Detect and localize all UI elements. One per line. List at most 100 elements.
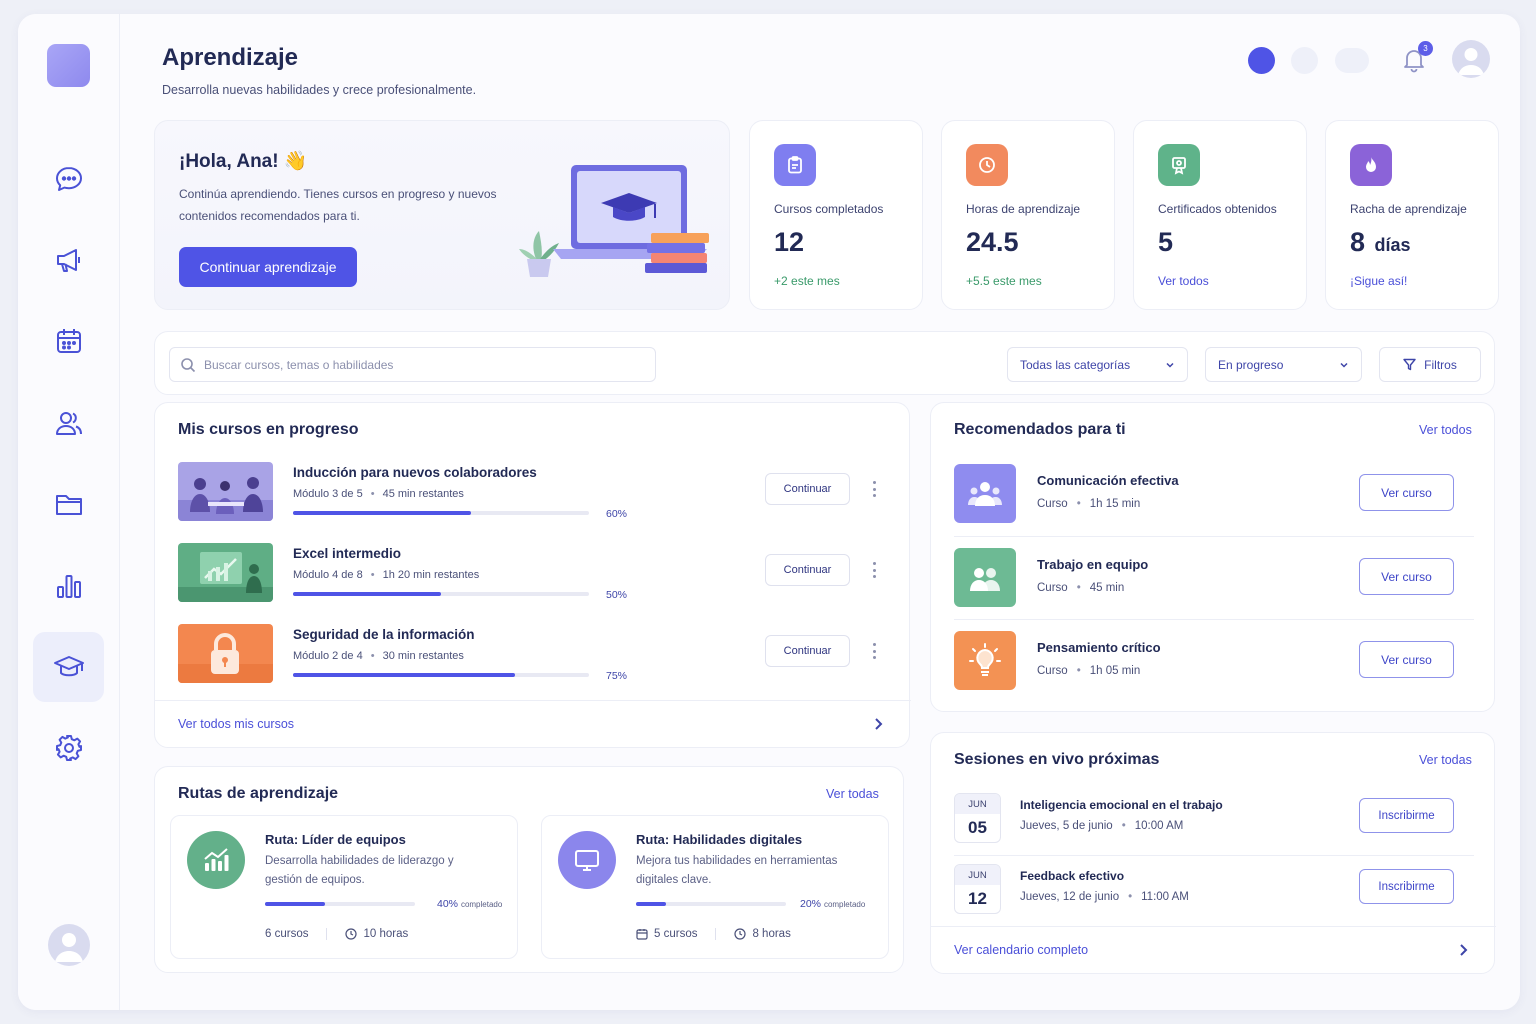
category-select[interactable]: Todas las categorías	[1007, 347, 1188, 382]
more-options-icon[interactable]	[868, 478, 880, 500]
course-title[interactable]: Seguridad de la información	[293, 627, 475, 642]
view-all-recommended-link[interactable]: Ver todos	[1419, 423, 1472, 437]
learning-path-card[interactable]: Ruta: Habilidades digitales Mejora tus h…	[541, 815, 889, 959]
section-title: Mis cursos en progreso	[178, 421, 359, 438]
nav-people[interactable]	[33, 388, 104, 458]
chevron-down-icon	[1340, 362, 1348, 368]
nav-calendar[interactable]	[33, 306, 104, 376]
search-input[interactable]	[204, 357, 634, 372]
user-avatar[interactable]	[48, 924, 90, 966]
page-subtitle: Desarrolla nuevas habilidades y crece pr…	[162, 83, 477, 97]
welcome-card: ¡Hola, Ana! 👋 Continúa aprendiendo. Tien…	[154, 120, 730, 310]
continue-course-button[interactable]: Continuar	[765, 473, 850, 505]
nav-files[interactable]	[33, 469, 104, 539]
chevron-right-icon[interactable]	[1456, 943, 1470, 957]
theme-toggle-option[interactable]	[1291, 47, 1318, 74]
continue-course-button[interactable]: Continuar	[765, 635, 850, 667]
session-meta: Jueves, 5 de junio • 10:00 AM	[1020, 820, 1184, 832]
learning-path-card[interactable]: Ruta: Líder de equipos Desarrolla habili…	[170, 815, 518, 959]
filters-button-label: Filtros	[1424, 357, 1457, 372]
category-select-value: Todas las categorías	[1020, 357, 1131, 372]
course-row: Inducción para nuevos colaboradores Módu…	[178, 462, 888, 522]
course-thumbnail	[954, 631, 1016, 690]
course-progress-bar	[293, 673, 589, 677]
calendar-icon	[56, 329, 81, 353]
stat-value: 12	[774, 227, 805, 257]
chevron-right-icon[interactable]	[871, 717, 885, 731]
path-description: Mejora tus habilidades en herramientas d…	[636, 855, 838, 886]
path-courses-count: 6 cursos	[265, 928, 309, 940]
course-title[interactable]: Trabajo en equipo	[1037, 557, 1148, 572]
view-all-paths-link[interactable]: Ver todas	[826, 787, 879, 801]
course-title[interactable]: Pensamiento crítico	[1037, 640, 1161, 655]
divider	[931, 926, 1496, 927]
course-thumbnail	[178, 624, 273, 683]
app-logo[interactable]	[47, 44, 90, 87]
stat-value: 24.5	[966, 227, 1019, 257]
full-calendar-link[interactable]: Ver calendario completo	[954, 943, 1088, 957]
course-progress-bar	[293, 511, 589, 515]
stat-value: 5	[1158, 227, 1174, 257]
app-window: Aprendizaje Desarrolla nuevas habilidade…	[18, 14, 1520, 1010]
filters-button[interactable]: Filtros	[1379, 347, 1481, 382]
section-title: Sesiones en vivo próximas	[954, 751, 1160, 768]
view-all-sessions-link[interactable]: Ver todas	[1419, 753, 1472, 767]
certificate-icon	[1172, 157, 1186, 175]
course-row: Excel intermedio Módulo 4 de 8 • 1h 20 min…	[178, 543, 888, 603]
view-course-button[interactable]: Ver curso	[1359, 641, 1454, 678]
path-title: Ruta: Habilidades digitales	[636, 832, 803, 847]
nav-messages[interactable]	[33, 144, 104, 214]
lightbulb-icon	[969, 642, 1001, 676]
recommended-card: Recomendados para ti Ver todos Comunicac…	[930, 402, 1495, 712]
course-title[interactable]: Excel intermedio	[293, 546, 401, 561]
nav-announcements[interactable]	[33, 225, 104, 295]
path-progress-bar	[265, 902, 415, 906]
gear-icon	[55, 735, 82, 761]
users-icon	[55, 412, 82, 435]
path-courses-count: 5 cursos	[654, 928, 698, 940]
chat-icon	[55, 167, 82, 191]
page-title: Aprendizaje	[162, 44, 299, 71]
nav-settings[interactable]	[33, 713, 104, 783]
more-options-icon[interactable]	[868, 640, 880, 662]
view-certificates-link[interactable]: Ver todos	[1158, 274, 1209, 288]
stat-label: Certificados obtenidos	[1158, 202, 1277, 216]
session-title[interactable]: Feedback efectivo	[1020, 869, 1124, 883]
session-date: JUN 12	[954, 864, 1001, 914]
continue-course-button[interactable]: Continuar	[765, 554, 850, 586]
team-icon	[970, 567, 1000, 591]
path-description: Desarrolla habilidades de liderazgo y ge…	[265, 855, 454, 886]
register-button[interactable]: Inscribirme	[1359, 798, 1454, 833]
profile-avatar[interactable]	[1452, 40, 1490, 78]
course-title[interactable]: Inducción para nuevos colaboradores	[293, 465, 537, 480]
notification-badge: 3	[1418, 41, 1433, 56]
view-course-button[interactable]: Ver curso	[1359, 558, 1454, 595]
session-date: JUN 05	[954, 793, 1001, 843]
register-button[interactable]: Inscribirme	[1359, 869, 1454, 904]
course-title[interactable]: Comunicación efectiva	[1037, 473, 1179, 488]
header-toggle-pill[interactable]	[1335, 48, 1369, 73]
stat-value: 8 días	[1350, 227, 1411, 257]
sidebar	[18, 14, 120, 1010]
live-sessions-card: Sesiones en vivo próximas Ver todas JUN …	[930, 732, 1496, 974]
nav-analytics[interactable]	[33, 551, 104, 621]
graduation-cap-icon	[53, 656, 84, 677]
stat-icon-tile	[1158, 144, 1200, 186]
status-select[interactable]: En progreso	[1205, 347, 1362, 382]
session-row: JUN 05 Inteligencia emocional en el trab…	[954, 793, 1474, 845]
nav-learning[interactable]	[33, 632, 104, 702]
theme-toggle-active[interactable]	[1248, 47, 1275, 74]
monitor-icon	[558, 831, 616, 889]
status-select-value: En progreso	[1218, 357, 1284, 372]
search-box[interactable]	[169, 347, 656, 382]
continue-learning-button[interactable]: Continuar aprendizaje	[179, 247, 357, 287]
view-course-button[interactable]: Ver curso	[1359, 474, 1454, 511]
session-title[interactable]: Inteligencia emocional en el trabajo	[1020, 798, 1223, 812]
path-progress-percent: 40% completado	[437, 898, 503, 910]
view-all-my-courses-link[interactable]: Ver todos mis cursos	[178, 717, 294, 731]
divider	[954, 855, 1474, 856]
calendar-icon	[636, 929, 648, 940]
more-options-icon[interactable]	[868, 559, 880, 581]
chart-presentation-illustration	[178, 543, 273, 602]
clipboard-icon	[788, 156, 802, 174]
